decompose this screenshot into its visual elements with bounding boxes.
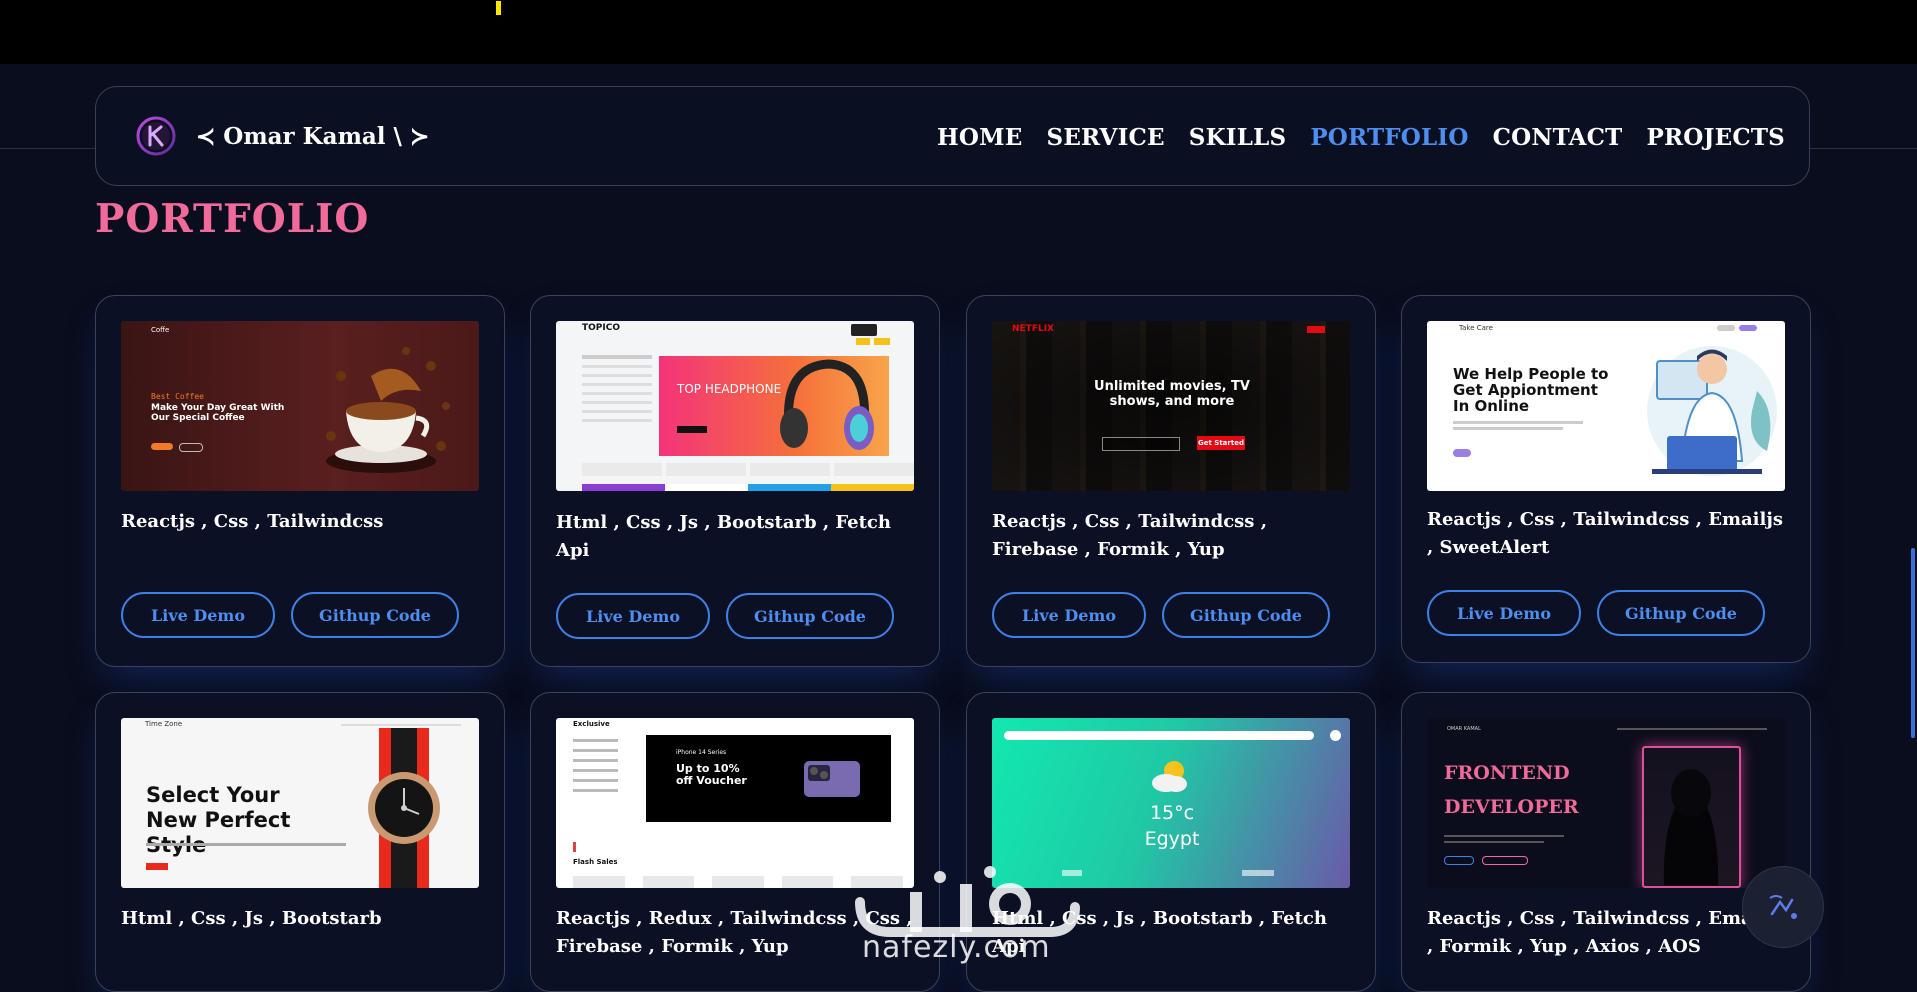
project-card: TOPICO TOP HEADPHONE Html , Css , Js , B… (530, 295, 940, 667)
project-tech-list: Reactjs , Css , Tailwindcss , Emailjs , … (1427, 908, 1783, 957)
nav-contact[interactable]: CONTACT (1493, 124, 1623, 151)
nav-portfolio[interactable]: PORTFOLIO (1310, 124, 1468, 151)
project-preview: NETFLIX Unlimited movies, TV shows, and … (992, 321, 1350, 491)
project-card: Time Zone Select Your New Perfect Style … (95, 692, 505, 992)
project-tech-list: Reactjs , Css , Tailwindcss , Emailjs , … (1427, 509, 1783, 558)
page-scrollbar[interactable] (1911, 548, 1915, 738)
top-black-bar (0, 0, 1917, 64)
signal-wave-icon (1769, 895, 1797, 919)
phone-icon (804, 761, 860, 797)
project-card: Coffe Best Coffee Make Your Day Great Wi… (95, 295, 505, 667)
live-demo-button[interactable]: Live Demo (992, 592, 1146, 638)
preview-brand: NETFLIX (1012, 324, 1054, 334)
nav-projects[interactable]: PROJECTS (1647, 124, 1786, 151)
live-demo-button[interactable]: Live Demo (556, 593, 710, 639)
nav-service[interactable]: SERVICE (1047, 124, 1165, 151)
text-cursor-marker (496, 1, 501, 15)
nav-skills[interactable]: SKILLS (1189, 124, 1287, 151)
project-preview: Coffe Best Coffee Make Your Day Great Wi… (121, 321, 479, 491)
preview-brand: Coffe (151, 326, 170, 334)
navbar: ≺ Omar Kamal \ ≻ HOME SERVICE SKILLS POR… (95, 86, 1810, 186)
project-card: Take Care We Help People to Get Appiontm… (1401, 295, 1811, 663)
headphone-icon (780, 359, 874, 450)
github-code-button[interactable]: Githup Code (1162, 592, 1330, 638)
github-code-button[interactable]: Githup Code (726, 593, 894, 639)
divider-left (0, 148, 95, 149)
preview-brand: Exclusive (573, 720, 610, 728)
project-tech-list: Reactjs , Css , Tailwindcss , Firebase ,… (992, 511, 1267, 560)
wristwatch-icon (368, 728, 440, 888)
project-preview: Take Care We Help People to Get Appiontm… (1427, 321, 1785, 491)
divider-right (1810, 148, 1917, 149)
project-tech-list: Html , Css , Js , Bootstarb , Fetch Api (556, 512, 891, 561)
logo-icon[interactable] (136, 116, 176, 156)
preview-brand: Take Care (1459, 324, 1493, 332)
project-preview: OMAR KAMAL FRONTEND DEVELOPER (1427, 718, 1785, 888)
preview-brand: OMAR KAMAL (1447, 726, 1481, 732)
live-demo-button[interactable]: Live Demo (1427, 590, 1581, 636)
project-card: NETFLIX Unlimited movies, TV shows, and … (966, 295, 1376, 667)
project-preview: TOPICO TOP HEADPHONE (556, 321, 914, 491)
sun-cloud-icon (1152, 761, 1187, 792)
brand-name[interactable]: ≺ Omar Kamal \ ≻ (196, 87, 429, 187)
coffee-cup-icon (326, 347, 450, 473)
github-code-button[interactable]: Githup Code (291, 592, 459, 638)
preview-brand: Time Zone (145, 720, 183, 728)
doctor-illustration-icon (1647, 346, 1777, 476)
hooded-figure-icon (1663, 769, 1719, 886)
section-title: PORTFOLIO (95, 196, 370, 242)
watermark-text: nafezly.com (862, 930, 1051, 965)
preview-brand: TOPICO (582, 323, 620, 333)
project-tech-list: Html , Css , Js , Bootstarb (121, 908, 382, 929)
nav-home[interactable]: HOME (937, 124, 1023, 151)
live-demo-button[interactable]: Live Demo (121, 592, 275, 638)
project-card: OMAR KAMAL FRONTEND DEVELOPER Reactjs , … (1401, 692, 1811, 992)
floating-action-button[interactable] (1742, 866, 1824, 948)
project-tech-list: Reactjs , Css , Tailwindcss (121, 511, 384, 532)
main-nav: HOME SERVICE SKILLS PORTFOLIO CONTACT PR… (937, 87, 1785, 187)
project-preview: Time Zone Select Your New Perfect Style (121, 718, 479, 888)
github-code-button[interactable]: Githup Code (1597, 590, 1765, 636)
